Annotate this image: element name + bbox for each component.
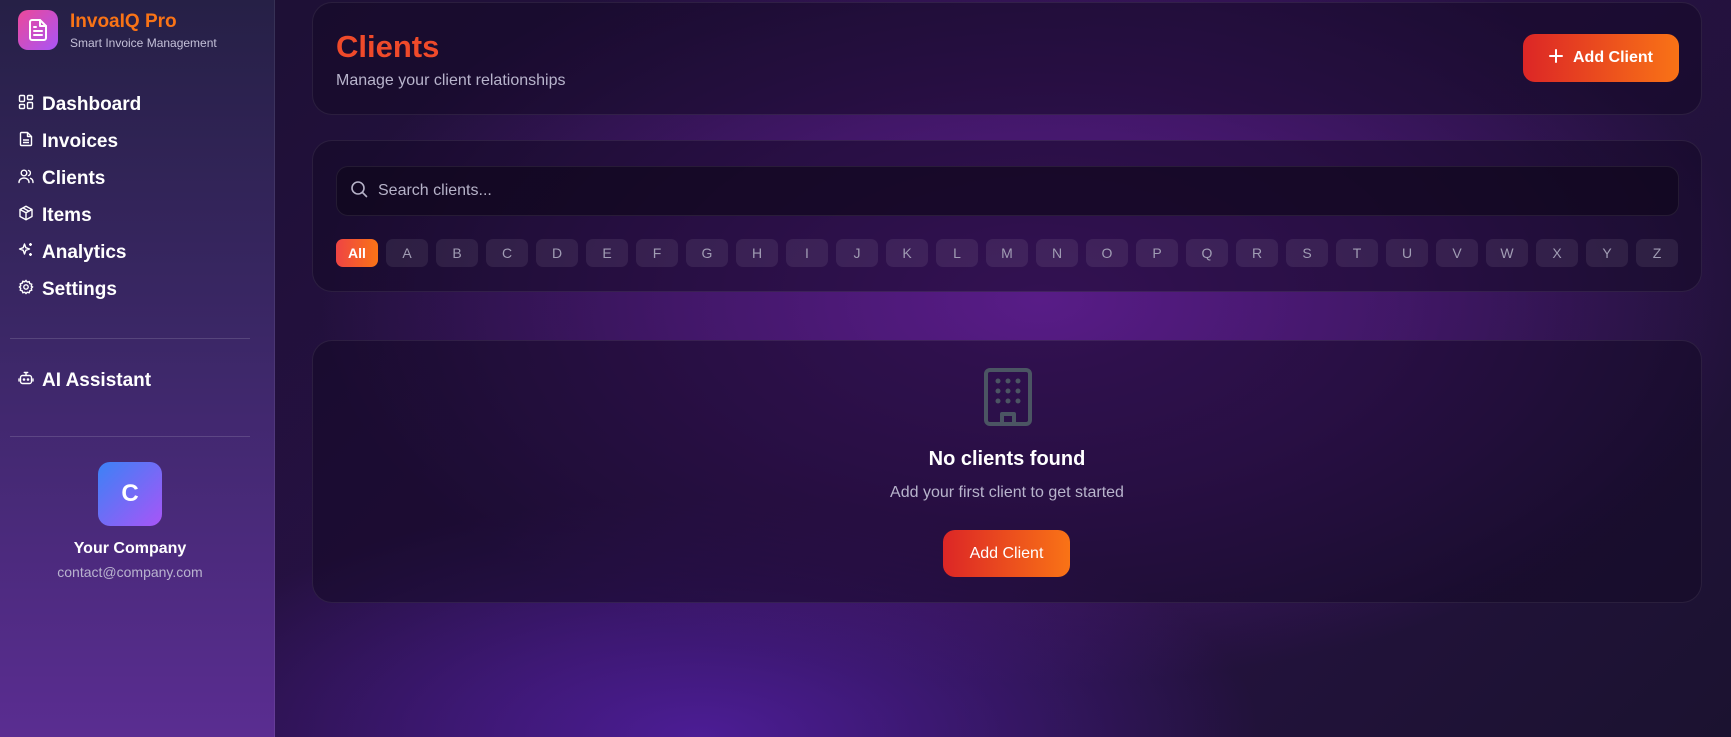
alphabet-filter: All A B C D E F G H I J K L M N O P Q R S T U V W X Y Z xyxy=(336,239,1686,267)
filter-all[interactable]: All xyxy=(336,239,378,267)
page-subtitle: Manage your client relationships xyxy=(336,72,566,89)
sidebar-item-ai-assistant[interactable]: AI Assistant xyxy=(18,362,151,399)
brand[interactable]: InvoaIQ Pro Smart Invoice Management xyxy=(18,10,217,50)
filter-letter-v[interactable]: V xyxy=(1436,239,1478,267)
filter-letter-f[interactable]: F xyxy=(636,239,678,267)
filter-letter-q[interactable]: Q xyxy=(1186,239,1228,267)
filter-letter-r[interactable]: R xyxy=(1236,239,1278,267)
search-box[interactable] xyxy=(336,166,1679,216)
empty-title: No clients found xyxy=(928,448,1086,470)
sidebar-item-label: Analytics xyxy=(42,241,127,263)
filter-letter-s[interactable]: S xyxy=(1286,239,1328,267)
grid-icon xyxy=(18,94,34,115)
empty-state: No clients found Add your first client t… xyxy=(312,340,1702,603)
sidebar-item-analytics[interactable]: Analytics xyxy=(18,234,141,271)
sidebar-item-dashboard[interactable]: Dashboard xyxy=(18,86,141,123)
sidebar-item-label: Settings xyxy=(42,278,117,300)
filter-letter-t[interactable]: T xyxy=(1336,239,1378,267)
sidebar-item-settings[interactable]: Settings xyxy=(18,271,141,308)
filter-letter-p[interactable]: P xyxy=(1136,239,1178,267)
search-icon xyxy=(337,180,368,203)
gear-icon xyxy=(18,279,34,300)
sidebar-item-invoices[interactable]: Invoices xyxy=(18,123,141,160)
filter-letter-o[interactable]: O xyxy=(1086,239,1128,267)
sidebar-item-label: Clients xyxy=(42,167,106,189)
filter-letter-c[interactable]: C xyxy=(486,239,528,267)
page-header: Clients Manage your client relationships… xyxy=(312,2,1702,115)
filter-letter-i[interactable]: I xyxy=(786,239,828,267)
filter-letter-l[interactable]: L xyxy=(936,239,978,267)
search-input[interactable] xyxy=(378,182,1678,200)
add-client-empty-button[interactable]: Add Client xyxy=(943,530,1070,577)
filter-letter-y[interactable]: Y xyxy=(1586,239,1628,267)
users-icon xyxy=(18,168,34,189)
filter-letter-d[interactable]: D xyxy=(536,239,578,267)
sidebar-item-clients[interactable]: Clients xyxy=(18,160,141,197)
avatar: C xyxy=(98,462,162,526)
app-tagline: Smart Invoice Management xyxy=(70,35,217,50)
add-client-label: Add Client xyxy=(1573,49,1653,66)
app-name: InvoaIQ Pro xyxy=(70,10,177,32)
filter-letter-j[interactable]: J xyxy=(836,239,878,267)
sidebar-nav: Dashboard Invoices Clients Items Analyti… xyxy=(18,86,141,308)
filter-letter-b[interactable]: B xyxy=(436,239,478,267)
file-text-icon xyxy=(18,131,34,152)
sidebar: InvoaIQ Pro Smart Invoice Management Das… xyxy=(0,0,275,737)
filter-letter-g[interactable]: G xyxy=(686,239,728,267)
filter-letter-u[interactable]: U xyxy=(1386,239,1428,267)
package-icon xyxy=(18,205,34,226)
divider xyxy=(10,338,250,339)
plus-icon xyxy=(1549,48,1573,68)
divider xyxy=(10,436,250,437)
sparkles-icon xyxy=(18,242,34,263)
filter-letter-k[interactable]: K xyxy=(886,239,928,267)
filter-letter-h[interactable]: H xyxy=(736,239,778,267)
sidebar-item-items[interactable]: Items xyxy=(18,197,141,234)
sidebar-item-label: Dashboard xyxy=(42,93,142,115)
filter-letter-a[interactable]: A xyxy=(386,239,428,267)
sidebar-item-label: AI Assistant xyxy=(42,369,152,391)
filter-letter-z[interactable]: Z xyxy=(1636,239,1678,267)
filter-letter-n[interactable]: N xyxy=(1036,239,1078,267)
page-title: Clients xyxy=(336,29,440,64)
file-text-icon xyxy=(18,10,58,50)
filter-letter-w[interactable]: W xyxy=(1486,239,1528,267)
sidebar-item-label: Invoices xyxy=(42,130,119,152)
add-client-button[interactable]: Add Client xyxy=(1523,34,1679,82)
filter-letter-e[interactable]: E xyxy=(586,239,628,267)
building-icon xyxy=(983,367,1033,432)
filter-letter-m[interactable]: M xyxy=(986,239,1028,267)
filter-letter-x[interactable]: X xyxy=(1536,239,1578,267)
sidebar-item-label: Items xyxy=(42,204,92,226)
company-name: Your Company xyxy=(73,540,187,557)
company-profile[interactable]: C Your Company contact@company.com xyxy=(0,462,260,580)
search-panel: All ABCDEFGHIJKLMNOPQRSTUVWXYZ xyxy=(312,140,1702,292)
empty-subtitle: Add your first client to get started xyxy=(890,484,1124,501)
bot-icon xyxy=(18,370,34,391)
company-email: contact@company.com xyxy=(57,564,203,580)
